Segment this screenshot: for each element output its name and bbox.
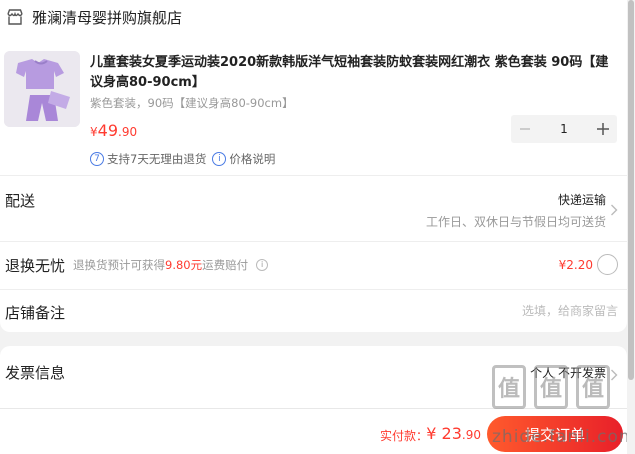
scrollbar-thumb[interactable] xyxy=(628,0,634,380)
return-desc-amount: 9.80元 xyxy=(165,258,203,272)
invoice-label: 发票信息 xyxy=(5,364,66,382)
submit-order-button[interactable]: 提交订单 xyxy=(487,416,623,452)
delivery-note: 工作日、双休日与节假日均可送货 xyxy=(425,215,606,229)
plus-icon[interactable] xyxy=(589,115,617,143)
seven-day-return-icon: 7 xyxy=(90,152,104,166)
pay-currency: ¥ xyxy=(426,424,437,443)
service-return-label: 支持7天无理由退货 xyxy=(107,152,207,166)
return-insurance-price: ¥2.20 xyxy=(558,258,593,272)
price-decimal: .90 xyxy=(118,125,138,139)
checkout-bar: 实付款： ¥ 23.90 提交订单 xyxy=(0,408,627,454)
minus-icon[interactable] xyxy=(511,115,539,143)
shop-header[interactable]: 雅澜清母婴拼购旗舰店 xyxy=(6,6,182,28)
divider xyxy=(0,175,627,176)
service-return[interactable]: 7 支持7天无理由退货 xyxy=(90,151,206,167)
divider xyxy=(0,289,627,290)
delivery-method[interactable]: 快递运输 xyxy=(558,191,606,208)
service-price-info[interactable]: i 价格说明 xyxy=(212,151,275,167)
price-currency: ¥ xyxy=(90,125,98,139)
info-icon[interactable]: i xyxy=(256,259,269,271)
pay-amount: ¥ 23.90 xyxy=(426,424,481,443)
pay-decimal: .90 xyxy=(461,428,481,442)
price-integer: 49 xyxy=(97,121,118,140)
chevron-right-icon[interactable] xyxy=(610,201,618,220)
info-icon: i xyxy=(212,152,227,166)
product-price: ¥49.90 xyxy=(90,121,137,140)
product-thumbnail[interactable] xyxy=(4,51,80,127)
product-title[interactable]: 儿童套装女夏季运动装2020新款韩版洋气短袖套装防蚊套装网红潮衣 紫色套装 90… xyxy=(90,53,615,93)
service-guarantees: 7 支持7天无理由退货 i 价格说明 xyxy=(90,151,281,167)
pay-integer: 23 xyxy=(441,424,462,443)
delivery-label: 配送 xyxy=(5,192,36,210)
scrollbar[interactable] xyxy=(627,0,635,454)
product-spec: 紫色套装，90码【建议身高80-90cm】 xyxy=(90,96,294,110)
shop-name[interactable]: 雅澜清母婴拼购旗舰店 xyxy=(32,7,182,28)
store-icon xyxy=(6,8,24,26)
remarks-input[interactable] xyxy=(200,300,618,322)
service-price-info-label: 价格说明 xyxy=(229,152,276,166)
remarks-label: 店铺备注 xyxy=(5,304,66,322)
return-insurance-radio[interactable] xyxy=(597,254,618,275)
chevron-right-icon[interactable] xyxy=(610,366,618,385)
quantity-input[interactable] xyxy=(539,115,589,143)
pay-label: 实付款： xyxy=(379,429,428,443)
invoice-value[interactable]: 个人 不开发票 xyxy=(530,364,606,381)
divider xyxy=(0,241,627,242)
return-desc-prefix: 退换货预计可获得 xyxy=(73,258,165,272)
return-insurance-label: 退换无忧 xyxy=(5,257,66,275)
quantity-stepper[interactable] xyxy=(511,115,617,143)
return-insurance-desc: 退换货预计可获得 9.80元 运费赔付 i xyxy=(73,257,269,273)
return-desc-suffix: 运费赔付 xyxy=(202,258,249,272)
